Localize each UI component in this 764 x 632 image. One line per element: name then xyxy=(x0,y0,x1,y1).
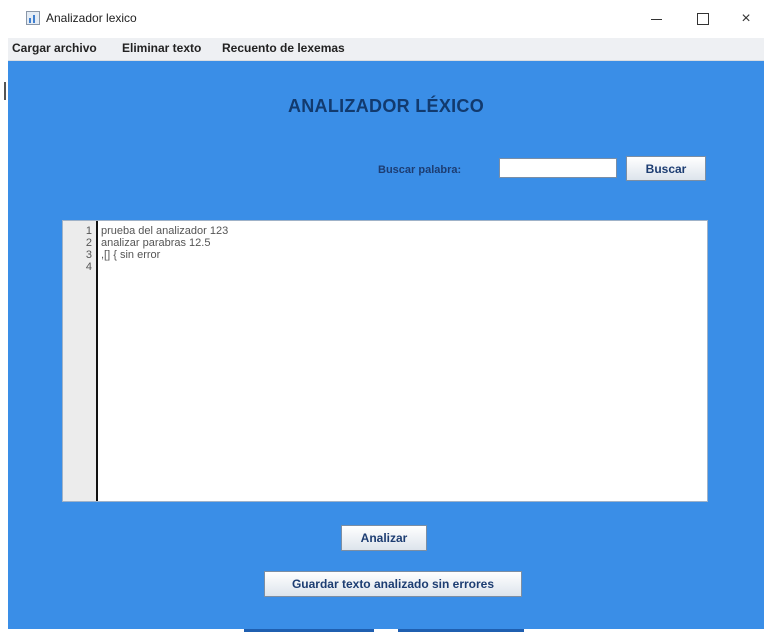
app-window: Analizador lexico × Cargar archivo Elimi… xyxy=(8,0,764,632)
save-analyzed-text-button[interactable]: Guardar texto analizado sin errores xyxy=(264,571,522,597)
analyze-button[interactable]: Analizar xyxy=(341,525,427,551)
code-line[interactable]: analizar parabras 12.5 xyxy=(101,237,210,249)
page-title: ANALIZADOR LÉXICO xyxy=(287,96,485,116)
menu-recuento-de-lexemas[interactable]: Recuento de lexemas xyxy=(222,41,345,55)
text-editor[interactable]: 1 2 3 4 prueba del analizador 123 analiz… xyxy=(62,220,708,502)
close-button[interactable]: × xyxy=(724,0,764,38)
maximize-icon xyxy=(697,13,709,25)
left-window-edge xyxy=(0,0,8,632)
menu-eliminar-texto[interactable]: Eliminar texto xyxy=(122,41,201,55)
app-icon xyxy=(26,11,40,25)
line-number-gutter: 1 2 3 4 xyxy=(63,221,98,501)
line-number: 4 xyxy=(85,261,92,273)
line-number: 2 xyxy=(85,237,92,249)
line-number: 1 xyxy=(85,225,92,237)
minimize-button[interactable] xyxy=(634,0,678,38)
line-number: 3 xyxy=(85,249,92,261)
window-title: Analizador lexico xyxy=(46,11,137,25)
search-label: Buscar palabra: xyxy=(378,164,462,176)
menu-cargar-archivo[interactable]: Cargar archivo xyxy=(12,41,97,55)
code-line[interactable]: prueba del analizador 123 xyxy=(101,225,228,237)
title-bar[interactable]: Analizador lexico × xyxy=(8,0,764,38)
close-icon: × xyxy=(741,10,751,27)
edge-marker xyxy=(4,82,6,100)
minimize-icon xyxy=(650,18,662,20)
search-button[interactable]: Buscar xyxy=(626,156,706,181)
code-line[interactable]: ,[] { sin error xyxy=(101,249,160,261)
maximize-button[interactable] xyxy=(681,0,725,38)
main-panel: ANALIZADOR LÉXICO Buscar palabra: Buscar… xyxy=(8,61,764,629)
menu-bar: Cargar archivo Eliminar texto Recuento d… xyxy=(8,38,764,61)
search-input[interactable] xyxy=(499,158,617,178)
